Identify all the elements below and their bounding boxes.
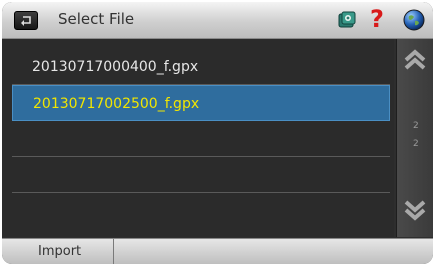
- back-icon: [20, 11, 32, 30]
- file-row-empty[interactable]: [12, 193, 390, 229]
- scroll-down-button[interactable]: [404, 199, 426, 225]
- navigation-device-screen: Select File ? 20130717000400_f.gpx 20130…: [2, 2, 433, 264]
- help-button[interactable]: ?: [370, 5, 384, 33]
- file-row[interactable]: 20130717000400_f.gpx: [12, 49, 390, 85]
- page-title: Select File: [58, 10, 135, 28]
- import-button[interactable]: Import: [2, 239, 114, 264]
- help-icon: ?: [370, 5, 384, 33]
- file-list: 20130717000400_f.gpx 20130717002500_f.gp…: [2, 39, 394, 237]
- back-button[interactable]: [14, 11, 38, 30]
- file-row-selected[interactable]: 20130717002500_f.gpx: [12, 85, 390, 121]
- globe-icon: [403, 9, 425, 35]
- file-row-empty[interactable]: [12, 157, 390, 193]
- photo-button[interactable]: [338, 11, 356, 33]
- title-bar: Select File ?: [2, 2, 433, 39]
- current-page-number: 2: [413, 121, 419, 131]
- double-chevron-up-icon: [404, 49, 426, 75]
- bottom-toolbar: Import: [2, 238, 433, 264]
- file-name: 20130717002500_f.gpx: [33, 96, 200, 112]
- double-chevron-down-icon: [404, 200, 426, 225]
- scroll-up-button[interactable]: [404, 49, 426, 75]
- total-pages-number: 2: [413, 139, 419, 149]
- file-row-empty[interactable]: [12, 121, 390, 157]
- globe-button[interactable]: [403, 9, 425, 35]
- file-name: 20130717000400_f.gpx: [32, 59, 199, 75]
- scrollbar[interactable]: 2 2: [396, 39, 433, 237]
- photo-icon: [338, 11, 356, 33]
